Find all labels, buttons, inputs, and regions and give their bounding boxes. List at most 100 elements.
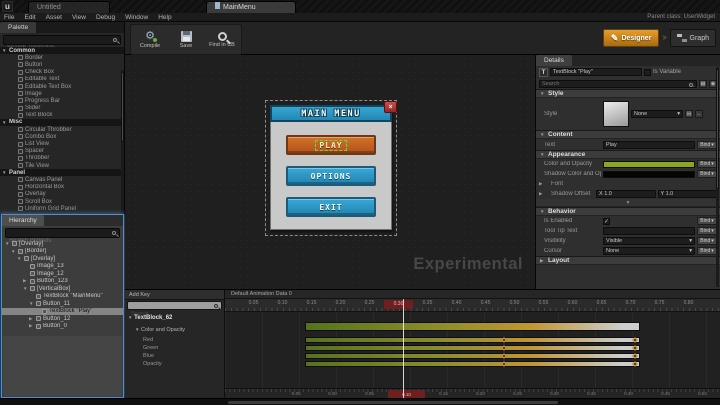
graph-mode-button[interactable]: Graph: [669, 29, 716, 47]
palette-row[interactable]: Border: [0, 54, 124, 61]
section-behavior[interactable]: ▼ Behavior: [536, 207, 720, 216]
window-tab-mainmenu[interactable]: MainMenu: [206, 1, 296, 13]
palette-row[interactable]: Throbber: [0, 155, 124, 162]
tab-palette[interactable]: Palette: [0, 22, 37, 33]
play-button[interactable]: PLAY: [286, 135, 376, 155]
palette-row[interactable]: Circular Throbber: [0, 126, 124, 133]
main-menu-dialog[interactable]: MAIN MENU × PLAY OPTIONS EXIT: [270, 101, 397, 230]
palette-row[interactable]: Scroll Box: [0, 198, 124, 205]
hierarchy-row[interactable]: Image_13: [2, 263, 123, 271]
text-value-input[interactable]: [606, 141, 692, 148]
keyframe-icon[interactable]: [501, 337, 507, 343]
shadow-color-bind-button[interactable]: Bind ▾: [697, 170, 717, 178]
palette-row[interactable]: ▼ Panel: [0, 169, 124, 177]
section-style[interactable]: ▼ Style: [536, 89, 720, 98]
is-variable-checkbox[interactable]: [644, 68, 651, 76]
keyframe-icon[interactable]: [632, 337, 638, 343]
channel-gradient-bar[interactable]: [305, 361, 640, 367]
shadow-color-swatch[interactable]: [603, 170, 695, 178]
timeline-channel-label[interactable]: Red: [143, 336, 162, 344]
hierarchy-row[interactable]: ▼ [Border]: [2, 248, 123, 256]
color-opacity-summary-bar[interactable]: [305, 322, 640, 331]
palette-row[interactable]: ▼ Common: [0, 47, 124, 55]
palette-row[interactable]: Uniform Grid Panel: [0, 205, 124, 212]
palette-row[interactable]: Tile View: [0, 162, 124, 169]
find-in-cb-button[interactable]: Find in CB: [205, 26, 239, 53]
keyframe-icon[interactable]: [632, 345, 638, 351]
menu-view[interactable]: View: [72, 14, 86, 21]
is-enabled-checkbox[interactable]: ✓: [603, 217, 610, 225]
timeline-channel-label[interactable]: Green: [143, 344, 162, 352]
color-opacity-swatch[interactable]: [603, 160, 695, 168]
timeline-channel-label[interactable]: Opacity: [143, 360, 162, 368]
tooltip-bind-button[interactable]: Bind ▾: [697, 227, 717, 235]
keyframe-icon[interactable]: [501, 361, 507, 367]
palette-scrollbar[interactable]: [121, 70, 124, 230]
palette-row[interactable]: Combo Box: [0, 133, 124, 140]
shadow-offset-x-field[interactable]: X 1.0: [596, 190, 656, 198]
hierarchy-row[interactable]: TextBlock "Play": [2, 307, 123, 315]
keyframe-icon[interactable]: [501, 345, 507, 351]
color-bind-button[interactable]: Bind ▾: [697, 160, 717, 168]
visibility-bind-button[interactable]: Bind ▾: [697, 237, 717, 245]
exit-button[interactable]: EXIT: [286, 197, 376, 217]
row-arrow-icon[interactable]: ▶: [539, 191, 544, 197]
palette-row[interactable]: List View: [0, 140, 124, 147]
palette-row[interactable]: Button: [0, 61, 124, 68]
window-tab-untitled[interactable]: Untitled: [28, 1, 110, 13]
hierarchy-row[interactable]: Image_12: [2, 270, 123, 278]
timeline-range-ruler[interactable]: -0.05 0.00 0.05 0.10 0.15 0.20 0.25 0.30…: [225, 388, 720, 398]
timeline-group-name[interactable]: ▼ Color and Opacity: [135, 327, 185, 333]
tab-hierarchy[interactable]: Hierarchy: [2, 215, 44, 226]
palette-row[interactable]: ▼ Misc: [0, 118, 124, 127]
hierarchy-row[interactable]: ▼ [Overlay]: [2, 240, 123, 248]
section-appearance[interactable]: ▼ Appearance: [536, 150, 720, 159]
use-selected-icon[interactable]: ←: [695, 110, 703, 118]
palette-row[interactable]: Overlay: [0, 191, 124, 198]
menu-asset[interactable]: Asset: [46, 14, 62, 21]
hierarchy-row[interactable]: ▼ [VerticalBox]: [2, 285, 123, 293]
tab-details[interactable]: Details: [536, 55, 572, 66]
tooltip-input[interactable]: [606, 228, 692, 234]
cursor-dropdown[interactable]: None ▾: [603, 247, 695, 255]
menu-edit[interactable]: Edit: [24, 14, 35, 21]
palette-row[interactable]: Editable Text: [0, 76, 124, 83]
section-content[interactable]: ▼ Content: [536, 130, 720, 139]
menu-file[interactable]: File: [4, 14, 14, 21]
channel-gradient-bar[interactable]: [305, 337, 640, 343]
hierarchy-row[interactable]: ▼ [Overlay]: [2, 255, 123, 263]
timeline-channel-label[interactable]: Blue: [143, 352, 162, 360]
hierarchy-row[interactable]: ▶ Button_12: [2, 315, 123, 323]
palette-row[interactable]: Horizontal Box: [0, 184, 124, 191]
timeline-track-name[interactable]: ▼ TextBlock_62: [128, 315, 172, 321]
menu-window[interactable]: Window: [125, 14, 148, 21]
channel-gradient-bar[interactable]: [305, 345, 640, 351]
cursor-bind-button[interactable]: Bind ▾: [697, 247, 717, 255]
keyframe-icon[interactable]: [501, 353, 507, 359]
hierarchy-row[interactable]: ▶ Button_0: [2, 323, 123, 331]
timeline-ruler[interactable]: 0.05 0.10 0.15 0.20 0.25 0.30 0.35 0.40 …: [225, 299, 720, 312]
animation-header[interactable]: Default Animation Data 0: [225, 290, 720, 299]
shadow-offset-y-field[interactable]: Y 1.0: [657, 190, 717, 198]
playhead[interactable]: [403, 299, 404, 398]
palette-row[interactable]: Check Box: [0, 69, 124, 76]
add-key-button[interactable]: Add Key: [125, 290, 224, 300]
palette-row[interactable]: Text Block: [0, 112, 124, 119]
channel-gradient-bar[interactable]: [305, 353, 640, 359]
property-matrix-icon[interactable]: ▦: [699, 79, 707, 88]
horizontal-scrollbar[interactable]: [228, 401, 558, 404]
menu-debug[interactable]: Debug: [96, 14, 115, 21]
details-scrollbar[interactable]: [716, 67, 719, 287]
style-asset-dropdown[interactable]: None ▾: [631, 110, 683, 118]
keyframe-icon[interactable]: [632, 353, 638, 359]
details-search-input[interactable]: [542, 80, 694, 87]
text-bind-button[interactable]: Bind ▾: [697, 140, 717, 149]
hierarchy-row[interactable]: TextBlock "MainMenu": [2, 293, 123, 301]
hierarchy-row[interactable]: ▼ Button_11: [2, 300, 123, 308]
designer-canvas[interactable]: MAIN MENU × PLAY OPTIONS EXIT Experiment…: [125, 55, 535, 290]
style-thumbnail[interactable]: [603, 101, 629, 127]
is-enabled-bind-button[interactable]: Bind ▾: [697, 217, 717, 225]
compile-button[interactable]: ▾⚙ Compile: [133, 26, 167, 53]
visibility-dropdown[interactable]: Visible ▾: [603, 237, 695, 245]
palette-row[interactable]: Spacer: [0, 148, 124, 155]
